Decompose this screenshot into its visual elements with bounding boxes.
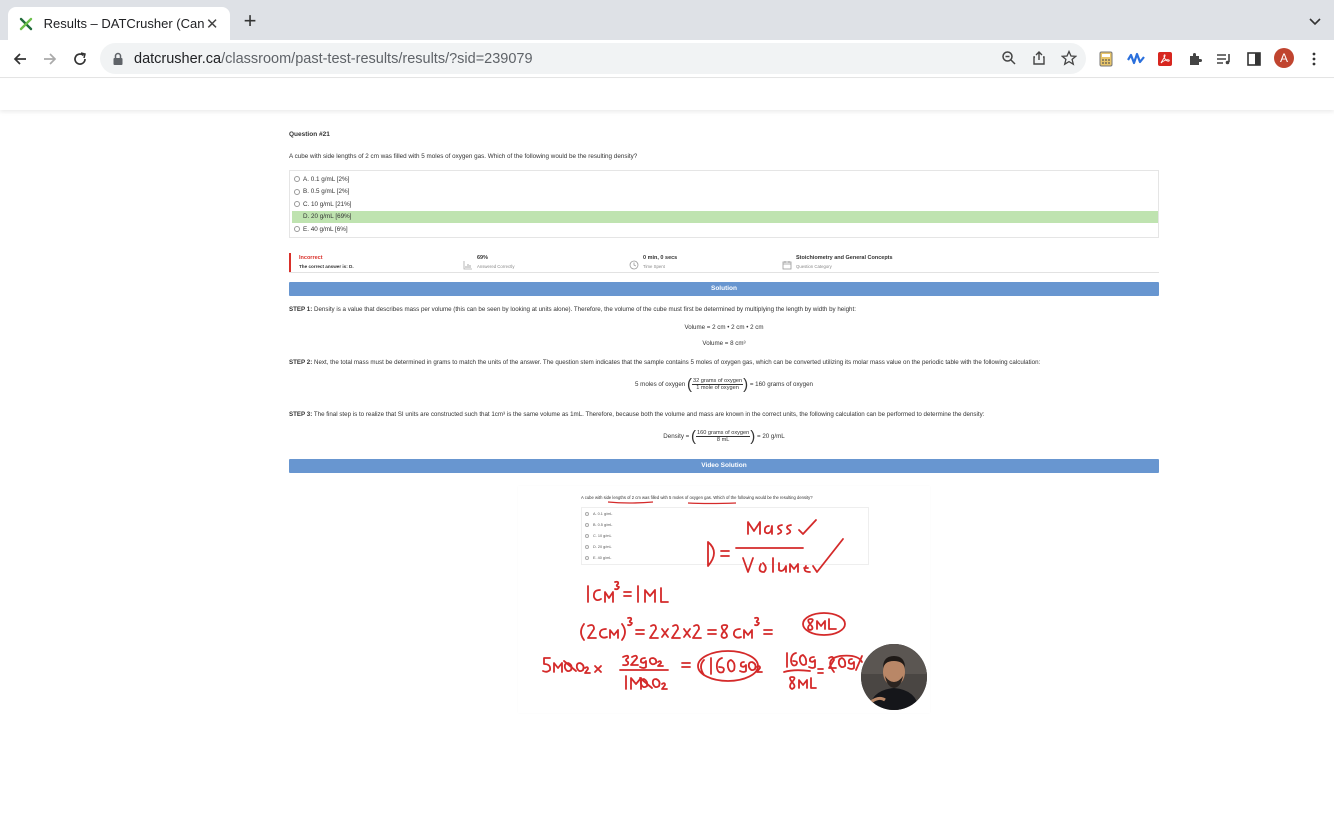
choice-e[interactable]: E. 40 g/mL [6%]: [292, 223, 1158, 236]
url-text[interactable]: datcrusher.ca/classroom/past-test-result…: [134, 51, 533, 67]
calendar-icon: [782, 257, 792, 270]
mass-right: = 160 grams of oxygen: [749, 381, 813, 389]
step-3-label: STEP 3:: [289, 411, 313, 418]
category-value: Stoichiometry and General Concepts: [796, 255, 893, 261]
choice-label: D. 20 g/mL [69%]: [303, 213, 352, 221]
extensions-puzzle-icon[interactable]: [1185, 49, 1205, 69]
clock-icon: [629, 257, 639, 270]
forward-arrow-icon[interactable]: [40, 49, 60, 69]
equation-mass: 5 moles of oxygen (32 grams of oxygen 1 m…: [635, 376, 813, 393]
media-playlist-icon[interactable]: [1214, 49, 1234, 69]
url-domain: datcrusher.ca: [134, 50, 222, 67]
bookmark-star-icon[interactable]: [1060, 49, 1078, 67]
address-bar[interactable]: datcrusher.ca/classroom/past-test-result…: [100, 43, 1086, 74]
time-value: 0 min, 0 secs: [643, 255, 678, 261]
density-numerator: 160 grams of oxygen: [696, 430, 751, 437]
density-left: Density =: [663, 433, 690, 441]
presenter-video-avatar: [861, 644, 927, 710]
question-number: Question #21: [289, 131, 330, 138]
step-2: STEP 2: Next, the total mass must be det…: [289, 359, 1040, 366]
step-2-text: Next, the total mass must be determined …: [312, 359, 1041, 366]
choice-d-correct[interactable]: D. 20 g/mL [69%]: [292, 210, 1158, 223]
url-path: /classroom/past-test-results/results/?si…: [221, 50, 533, 67]
percent-caption: Answered Correctly: [477, 264, 515, 269]
percent-value: 69%: [477, 255, 489, 261]
mass-fraction: 32 grams of oxygen 1 mole of oxygen: [691, 378, 744, 391]
tab-title: Results – DATCrusher (Canadian: [43, 16, 205, 31]
choice-label: E. 40 g/mL [6%]: [303, 225, 348, 233]
mass-numerator: 32 grams of oxygen: [691, 378, 744, 385]
share-icon[interactable]: [1030, 49, 1048, 67]
video-solution-header: Video Solution: [289, 459, 1159, 473]
step-1: STEP 1: Density is a value that describe…: [289, 306, 856, 313]
browser-tab-strip: Results – DATCrusher (Canadian ✕ +: [0, 0, 1334, 40]
pdf-extension-icon[interactable]: [1155, 49, 1175, 69]
waveform-extension-icon[interactable]: [1126, 49, 1146, 69]
percent-correct-stat: 69% Answered Correctly: [463, 255, 515, 270]
result-status: Incorrect The correct answer is: D.: [289, 253, 354, 272]
zoom-icon[interactable]: [1000, 49, 1018, 67]
tab-search-chevron-icon[interactable]: [1308, 14, 1322, 28]
browser-menu-kebab-icon[interactable]: [1304, 49, 1324, 69]
density-fraction: 160 grams of oxygen 8 mL: [696, 430, 751, 443]
side-panel-icon[interactable]: [1244, 49, 1264, 69]
choice-b[interactable]: B. 0.5 g/mL [2%]: [292, 186, 1158, 199]
density-right: = 20 g/mL: [756, 433, 785, 441]
step-1-text: Density is a value that describes mass p…: [312, 306, 856, 313]
choice-label: B. 0.5 g/mL [2%]: [303, 188, 350, 196]
question-text: A cube with side lengths of 2 cm was fil…: [289, 153, 638, 160]
category-caption: Question Category: [796, 264, 832, 269]
step-3: STEP 3: The final step is to realize tha…: [289, 411, 984, 418]
equation-density: Density = (160 grams of oxygen 8 mL) = 20…: [663, 428, 785, 445]
video-player[interactable]: A cube with side lengths of 2 cm was fil…: [518, 486, 930, 713]
answer-choices: A. 0.1 g/mL [2%] B. 0.5 g/mL [2%] C. 10 …: [289, 170, 1159, 238]
radio-icon[interactable]: [294, 226, 300, 233]
lock-icon[interactable]: [112, 52, 124, 66]
choice-c[interactable]: C. 10 g/mL [21%]: [292, 198, 1158, 211]
bar-chart-icon: [463, 257, 473, 270]
browser-tab-active[interactable]: Results – DATCrusher (Canadian ✕: [8, 7, 230, 40]
choice-a[interactable]: A. 0.1 g/mL [2%]: [292, 173, 1158, 186]
reload-icon[interactable]: [70, 49, 90, 69]
equation-volume: Volume = 2 cm • 2 cm • 2 cm: [684, 324, 764, 331]
mass-left: 5 moles of oxygen: [635, 381, 686, 389]
datcrusher-favicon-icon: [18, 16, 34, 32]
calculator-extension-icon[interactable]: [1096, 49, 1116, 69]
profile-avatar[interactable]: A: [1274, 48, 1294, 68]
step-2-label: STEP 2:: [289, 359, 313, 366]
density-denominator: 8 mL: [716, 437, 730, 443]
time-caption: Time Spent: [643, 264, 665, 269]
choice-label: A. 0.1 g/mL [2%]: [303, 175, 350, 183]
solution-header: Solution: [289, 282, 1159, 296]
step-1-label: STEP 1:: [289, 306, 313, 313]
radio-icon[interactable]: [294, 188, 300, 195]
tab-close-icon[interactable]: ✕: [204, 15, 220, 33]
step-3-text: The final step is to realize that SI uni…: [312, 411, 985, 418]
category-stat: Stoichiometry and General Concepts Questi…: [782, 255, 893, 270]
result-stats: Incorrect The correct answer is: D. 69% A…: [289, 253, 1159, 273]
site-header-bar: [0, 79, 1334, 110]
new-tab-button[interactable]: +: [240, 10, 260, 32]
time-spent-stat: 0 min, 0 secs Time Spent: [629, 255, 678, 270]
mass-denominator: 1 mole of oxygen: [696, 385, 739, 391]
correct-answer-text: The correct answer is: D.: [299, 264, 354, 269]
radio-icon[interactable]: [294, 201, 300, 208]
choice-label: C. 10 g/mL [21%]: [303, 200, 352, 208]
back-arrow-icon[interactable]: [10, 49, 30, 69]
equation-volume-result: Volume = 8 cm³: [702, 340, 746, 347]
status-label: Incorrect: [299, 255, 323, 261]
browser-toolbar: datcrusher.ca/classroom/past-test-result…: [0, 40, 1334, 78]
radio-icon[interactable]: [294, 176, 300, 183]
